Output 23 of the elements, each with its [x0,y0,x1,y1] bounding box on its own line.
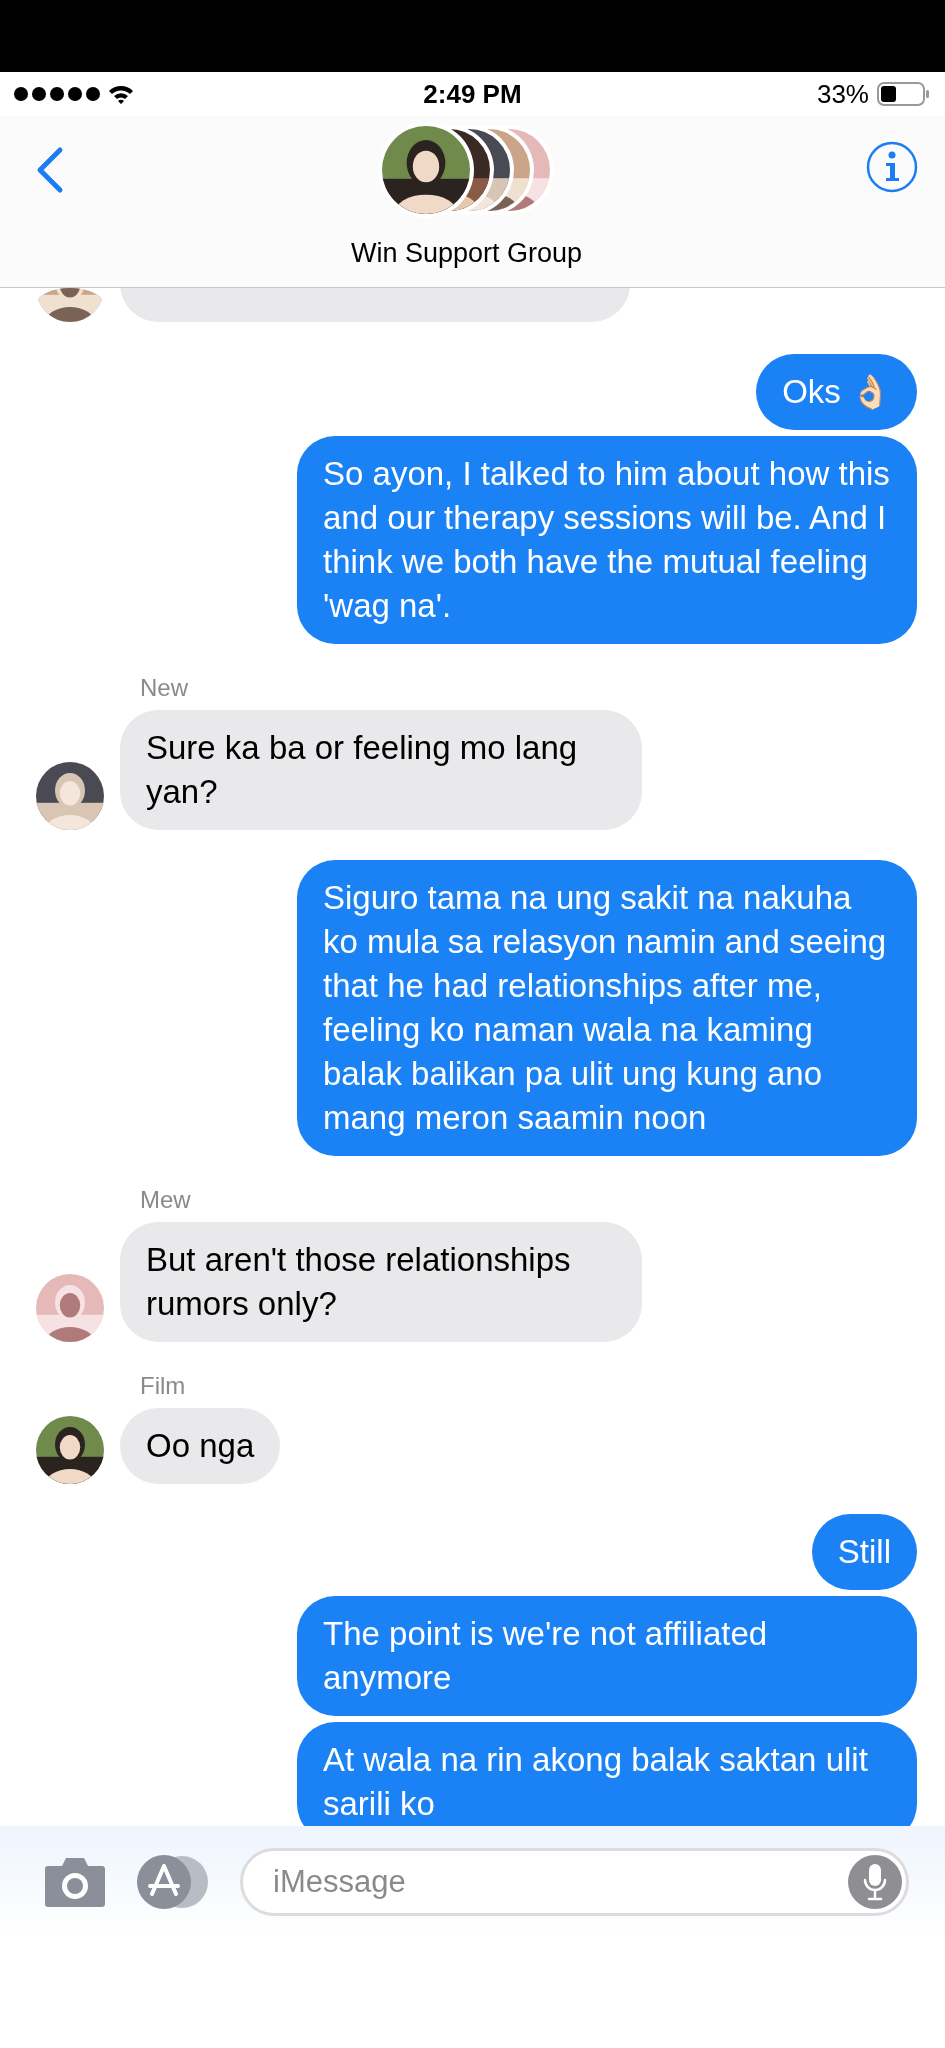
sent-message: At wala na rin akong balak saktan ulit sarili ko [297,1722,917,1826]
status-time: 2:49 PM [423,78,522,110]
wifi-icon [108,84,134,104]
sender-name: Film [140,1372,187,1400]
sender-name: Mew [140,1186,192,1214]
camera-button[interactable] [44,1856,106,1908]
sender-name: New [140,674,189,702]
sent-message: Still [811,1514,917,1590]
battery-percent: 33% [816,78,869,110]
app-store-button[interactable] [136,1854,210,1910]
microphone-icon [863,1863,887,1901]
sent-message: So ayon, I talked to him about how this and our therapy sessions will be. And I think we both have the mutual feeling 'wag na'. [297,436,917,644]
sent-message: Oks 👌🏻 [756,354,917,430]
group-title: Win Support Group [350,238,583,269]
received-message: Oo nga [120,1408,281,1484]
received-message: But aren't those relationships rumors only? [120,1222,642,1342]
received-message: Sure ka ba or feeling mo lang yan? [120,710,642,830]
sent-message: Siguro tama na ung sakit na nakuha ko mula sa relasyon namin and seeing that he had relationships after me, feeling ko naman wala na kaming balak balikan pa ulit ung kung ano mang meron saamin noon [297,860,917,1156]
battery-icon [877,82,931,106]
sent-message: The point is we're not affiliated anymore [297,1596,917,1716]
group-avatar[interactable] [378,120,555,220]
signal-icon [14,87,100,101]
message-field[interactable]: iMessage [240,1848,909,1916]
